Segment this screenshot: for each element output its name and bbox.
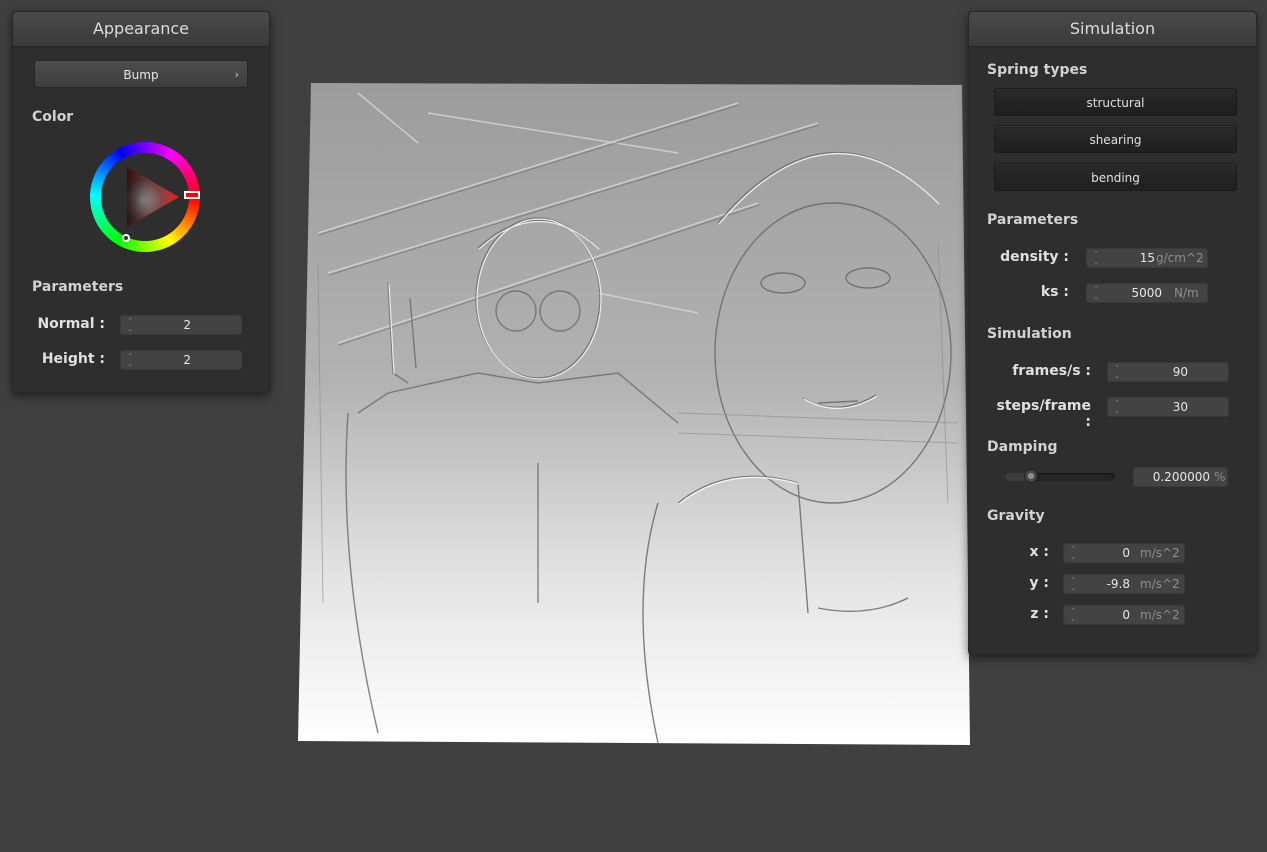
simulation-section-label: Simulation [987,326,1072,342]
frames-per-second-input[interactable]: ⌃ ⌄ 90 [1107,362,1229,382]
steps-per-frame-input[interactable]: ⌃ ⌄ 30 [1107,397,1229,417]
saturation-selector-handle[interactable] [122,234,130,242]
damping-label: Damping [987,439,1058,455]
frames-per-second-label: frames/s : [1012,363,1091,379]
gravity-x-label: x : [1029,544,1049,560]
spinner-arrows-icon[interactable]: ⌃ ⌄ [1068,545,1078,561]
height-input[interactable]: ⌃ ⌄ 2 [120,350,242,370]
spring-types-label: Spring types [987,62,1088,78]
shader-dropdown-value: Bump [123,68,159,82]
steps-per-frame-label: steps/frame : [996,398,1091,430]
density-input[interactable]: ⌃ ⌄ 15 g/cm^2 [1086,248,1208,268]
ks-label: ks : [1040,284,1069,300]
spinner-arrows-icon[interactable]: ⌃ ⌄ [1112,399,1122,415]
spinner-arrows-icon[interactable]: ⌃ ⌄ [125,317,135,333]
spinner-arrows-icon[interactable]: ⌃ ⌄ [1091,250,1101,266]
damping-slider[interactable] [1005,469,1115,483]
bending-toggle-button[interactable]: bending [994,163,1237,191]
damping-slider-knob[interactable] [1024,469,1039,483]
spinner-arrows-icon[interactable]: ⌃ ⌄ [1068,607,1078,623]
ks-input[interactable]: ⌃ ⌄ 5000 N/m [1086,283,1208,303]
gravity-y-input[interactable]: ⌃ ⌄ -9.8 m/s^2 [1063,574,1185,594]
shearing-toggle-button[interactable]: shearing [994,125,1237,153]
spinner-arrows-icon[interactable]: ⌃ ⌄ [1091,285,1101,301]
gravity-label: Gravity [987,508,1045,524]
gravity-y-label: y : [1029,575,1049,591]
gravity-z-label: z : [1030,606,1049,622]
height-label: Height : [41,351,105,367]
color-section-label: Color [32,109,74,125]
gravity-z-input[interactable]: ⌃ ⌄ 0 m/s^2 [1063,605,1185,625]
normal-input[interactable]: ⌃ ⌄ 2 [120,315,242,335]
hue-selector-handle[interactable] [184,191,200,199]
chevron-right-icon: › [234,68,239,81]
structural-toggle-button[interactable]: structural [994,88,1237,116]
color-wheel[interactable] [88,140,202,254]
appearance-panel-title[interactable]: Appearance [13,12,269,47]
appearance-parameters-label: Parameters [32,279,124,295]
bump-mapped-cloth [298,83,970,745]
damping-input[interactable]: 0.200000 % [1133,467,1228,487]
simulation-panel-title[interactable]: Simulation [969,12,1256,47]
simulation-parameters-label: Parameters [987,212,1079,228]
cloth-render-viewport[interactable] [298,83,970,745]
appearance-panel: Appearance Bump › Color Parameters Norma… [12,11,270,393]
density-label: density : [1000,249,1069,265]
spinner-arrows-icon[interactable]: ⌃ ⌄ [1068,576,1078,592]
normal-label: Normal : [37,316,105,332]
spinner-arrows-icon[interactable]: ⌃ ⌄ [1112,364,1122,380]
simulation-panel: Simulation Spring types structural shear… [968,11,1257,655]
shader-dropdown[interactable]: Bump › [34,60,248,88]
spinner-arrows-icon[interactable]: ⌃ ⌄ [125,352,135,368]
gravity-x-input[interactable]: ⌃ ⌄ 0 m/s^2 [1063,543,1185,563]
